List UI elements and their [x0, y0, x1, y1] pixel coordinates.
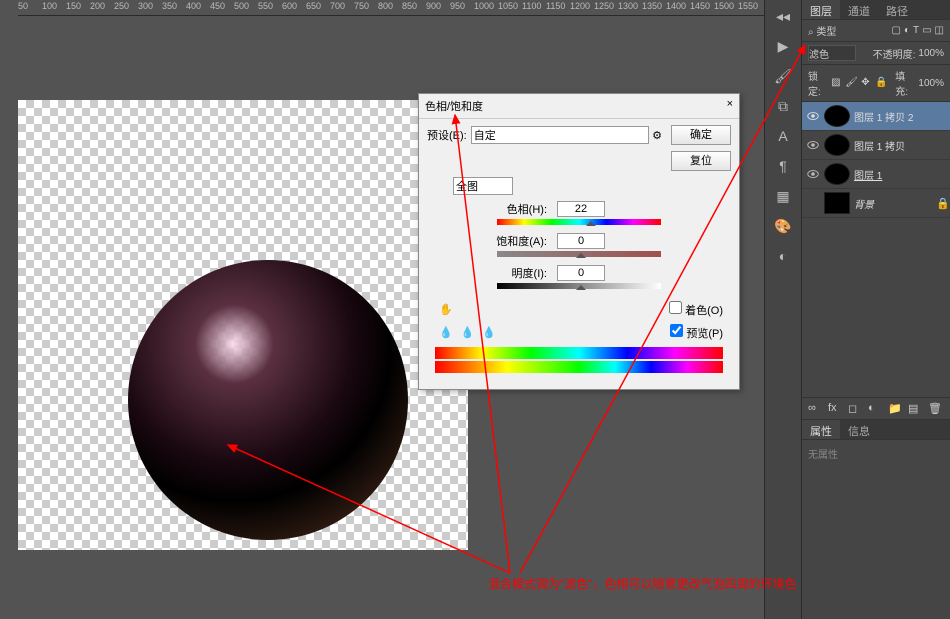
history-icon[interactable]: ▶	[773, 36, 793, 56]
tab-paths[interactable]: 路径	[878, 0, 916, 19]
lock-label: 锁定:	[808, 68, 827, 98]
saturation-slider[interactable]	[497, 251, 661, 257]
hand-icon[interactable]: ✋	[439, 303, 453, 316]
lock-icon: 🔒	[936, 197, 946, 210]
fx-icon[interactable]: fx	[828, 402, 842, 416]
layer-name[interactable]: 图层 1 拷贝	[854, 138, 946, 153]
eyedropper-minus-icon[interactable]: 💧	[482, 326, 496, 339]
lightness-slider[interactable]	[497, 283, 661, 289]
adjustment-icon[interactable]: ◐	[868, 402, 882, 416]
adjustments-icon[interactable]: ◐	[773, 246, 793, 266]
hue-input[interactable]	[557, 201, 605, 217]
clone-panel-icon[interactable]: ⧉	[773, 96, 793, 116]
visibility-icon[interactable]	[806, 167, 820, 181]
hue-saturation-dialog: 色相/饱和度 × 预设(E): 自定 ⚙ 确定 复位 全图 色相(H): 饱和度…	[418, 93, 740, 390]
tab-channels[interactable]: 通道	[840, 0, 878, 19]
ok-button[interactable]: 确定	[671, 125, 731, 145]
layer-name[interactable]: 图层 1 拷贝 2	[854, 109, 946, 124]
lock-transparent-icon[interactable]: ▨	[831, 77, 841, 89]
filter-smart-icon[interactable]: ◫	[935, 25, 944, 36]
group-icon[interactable]: 📁	[888, 402, 902, 416]
layer-row[interactable]: 图层 1 拷贝 2	[802, 102, 950, 131]
fill-value[interactable]: 100%	[918, 78, 944, 89]
filter-kind[interactable]: ⌕ 类型	[808, 23, 836, 38]
filter-shape-icon[interactable]: ▭	[922, 25, 931, 36]
preset-select[interactable]: 自定	[471, 126, 649, 144]
layer-row[interactable]: 背景 🔒	[802, 189, 950, 218]
canvas[interactable]	[18, 100, 468, 550]
right-panels: 图层 通道 路径 ⌕ 类型 ▢ ◐ T ▭ ◫ 滤色 不透明度: 100% 锁定…	[801, 0, 950, 619]
mask-icon[interactable]: ◻	[848, 402, 862, 416]
swatches-icon[interactable]: ▦	[773, 186, 793, 206]
layer-thumbnail	[824, 163, 850, 185]
layer-row[interactable]: 图层 1	[802, 160, 950, 189]
fill-label: 填充:	[895, 68, 914, 98]
character-icon[interactable]: A	[773, 126, 793, 146]
lightness-label: 明度(I):	[427, 265, 547, 281]
lock-position-icon[interactable]: ✥	[861, 77, 871, 89]
brush-panel-icon[interactable]: 🖌	[773, 66, 793, 86]
filter-pixel-icon[interactable]: ▢	[891, 25, 900, 36]
layer-row[interactable]: 图层 1 拷贝	[802, 131, 950, 160]
layer-thumbnail	[824, 105, 850, 127]
visibility-icon[interactable]	[806, 138, 820, 152]
filter-adjust-icon[interactable]: ◐	[904, 25, 910, 36]
filter-type-icon[interactable]: T	[913, 25, 919, 36]
dialog-title: 色相/饱和度	[425, 98, 483, 114]
panel-dock: ◂◂ ▶ 🖌 ⧉ A ¶ ▦ 🎨 ◐	[764, 0, 801, 619]
opacity-value[interactable]: 100%	[918, 48, 944, 59]
preview-checkbox[interactable]	[670, 324, 683, 337]
link-icon[interactable]: ∞	[808, 402, 822, 416]
layers-footer: ∞ fx ◻ ◐ 📁 ▤ 🗑	[802, 397, 950, 419]
layer-thumbnail	[824, 134, 850, 156]
annotation-text: 混合模式调为"滤色"，色相可以随意更改气泡四周的环境色	[488, 575, 797, 592]
preset-label: 预设(E):	[427, 127, 467, 143]
bubble-artwork	[128, 260, 408, 540]
new-layer-icon[interactable]: ▤	[908, 402, 922, 416]
lock-all-icon[interactable]: 🔒	[875, 77, 887, 89]
lock-pixel-icon[interactable]: 🖌	[845, 77, 857, 89]
visibility-icon[interactable]	[806, 196, 820, 210]
hue-slider[interactable]	[497, 219, 661, 225]
horizontal-ruler: 5010015020025030035040045050055060065070…	[18, 0, 764, 16]
lightness-input[interactable]	[557, 265, 605, 281]
saturation-label: 饱和度(A):	[427, 233, 547, 249]
eyedropper-plus-icon[interactable]: 💧	[461, 326, 475, 339]
opacity-label: 不透明度:	[873, 46, 916, 61]
collapse-icon[interactable]: ◂◂	[773, 6, 793, 26]
tab-properties[interactable]: 属性	[802, 420, 840, 439]
layer-thumbnail	[824, 192, 850, 214]
tab-info[interactable]: 信息	[840, 420, 878, 439]
layer-name[interactable]: 背景	[854, 196, 932, 211]
colorize-checkbox[interactable]	[669, 301, 682, 314]
close-icon[interactable]: ×	[727, 98, 733, 114]
hue-strip-bottom	[435, 361, 723, 373]
hue-strip-top	[435, 347, 723, 359]
gear-icon[interactable]: ⚙	[649, 129, 665, 142]
layer-name[interactable]: 图层 1	[854, 167, 946, 182]
channel-select[interactable]: 全图	[453, 177, 513, 195]
color-icon[interactable]: 🎨	[773, 216, 793, 236]
reset-button[interactable]: 复位	[671, 151, 731, 171]
paragraph-icon[interactable]: ¶	[773, 156, 793, 176]
properties-panel: 属性 信息 无属性	[802, 419, 950, 619]
eyedropper-icon[interactable]: 💧	[439, 326, 453, 339]
visibility-icon[interactable]	[806, 109, 820, 123]
layer-list: 图层 1 拷贝 2 图层 1 拷贝 图层 1 背景 🔒	[802, 102, 950, 218]
hue-label: 色相(H):	[427, 201, 547, 217]
trash-icon[interactable]: 🗑	[928, 402, 942, 416]
properties-empty: 无属性	[802, 440, 950, 467]
tab-layers[interactable]: 图层	[802, 0, 840, 19]
blend-mode-select[interactable]: 滤色	[808, 45, 856, 61]
saturation-input[interactable]	[557, 233, 605, 249]
